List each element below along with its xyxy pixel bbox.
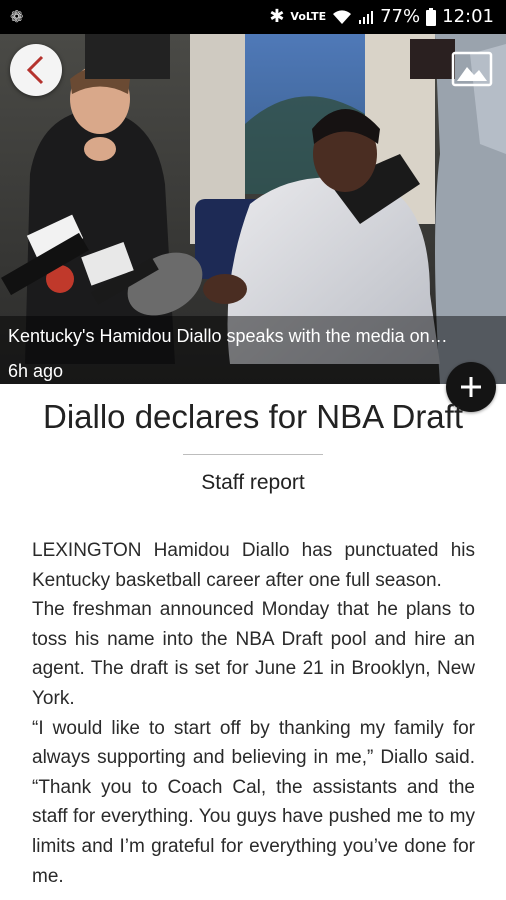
photo-caption: Kentucky's Hamidou Diallo speaks with th… xyxy=(8,326,448,346)
divider xyxy=(183,454,323,455)
publish-time: 6h ago xyxy=(8,361,64,381)
article-byline: Staff report xyxy=(201,471,305,494)
back-button[interactable] xyxy=(10,44,62,96)
signal-icon xyxy=(359,10,374,24)
wifi-icon xyxy=(333,9,352,24)
bluetooth-icon: ✱ xyxy=(269,6,285,27)
article-paragraph: The freshman announced Monday that he pl… xyxy=(32,599,475,709)
chevron-left-icon xyxy=(26,55,44,85)
article-paragraph: LEXINGTON Hamidou Diallo has punctuated … xyxy=(32,540,475,591)
notification-icon: ❁ xyxy=(10,9,24,26)
article-headline: Diallo declares for NBA Draft xyxy=(43,398,463,435)
plus-icon xyxy=(461,377,481,397)
article-body: LEXINGTON Hamidou Diallo has punctuated … xyxy=(32,536,475,891)
volte-icon: VoLTE xyxy=(290,9,327,23)
clock: 12:01 xyxy=(442,6,494,27)
battery-percent: 77% xyxy=(380,6,421,27)
gallery-icon[interactable] xyxy=(451,51,493,87)
status-icons: ✱ VoLTE 77% 12:01 xyxy=(269,6,494,27)
battery-icon xyxy=(426,7,437,26)
status-bar: ❁ ✱ VoLTE 77% 12:01 xyxy=(0,0,506,34)
article-paragraph: “I would like to start off by thanking m… xyxy=(32,717,475,887)
